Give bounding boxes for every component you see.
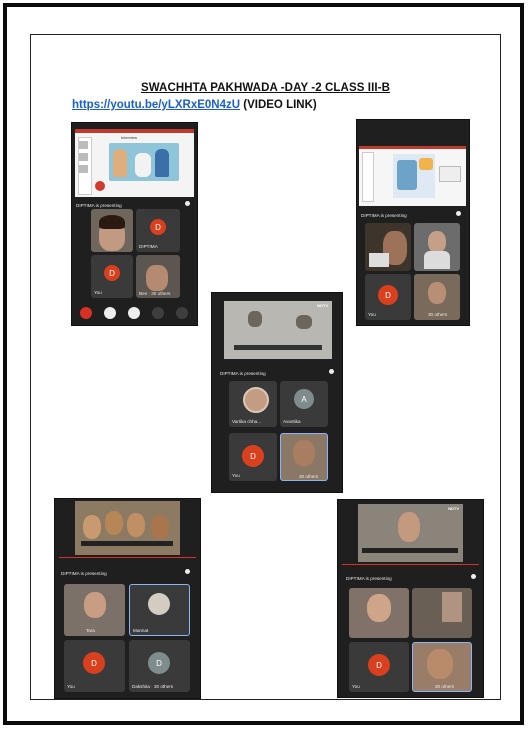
participant-name: You [67, 684, 75, 689]
shared-video: NDTV [224, 301, 332, 359]
presenting-options-icon[interactable] [456, 211, 461, 216]
video-logo: NDTV [317, 303, 328, 308]
video-logo: NDTV [448, 506, 459, 511]
video-link-line: https://youtu.be/yLXRxE0N4zU (VIDEO LINK… [72, 99, 317, 111]
presenting-options-icon[interactable] [185, 201, 190, 206]
video-link-suffix: (VIDEO LINK) [240, 99, 317, 111]
participant-tile[interactable]: Vartika chha... [229, 381, 277, 427]
participant-name: Vartika chha... [232, 419, 262, 424]
self-avatar: D [242, 445, 264, 467]
participant-name: Dakshita · 30 others [132, 684, 174, 689]
participant-avatar: D [148, 652, 170, 674]
participant-name: Avantika [283, 419, 301, 424]
participant-tile-self[interactable]: D You [229, 433, 277, 481]
camera-button[interactable] [104, 307, 116, 319]
meet-screenshot-5: NDTV DIPTIMA is presenting D You 30 othe… [337, 499, 484, 698]
participant-avatar: D [150, 219, 166, 235]
participant-tile-self[interactable]: D You [349, 642, 409, 692]
meet-screenshot-1: Interview DIPTIMA is presenting D DIPTIM… [71, 122, 198, 326]
shared-video: NDTV [358, 504, 463, 562]
presenting-banner: DIPTIMA is presenting [220, 371, 266, 376]
participant-tile[interactable]: Tara [64, 584, 125, 636]
participant-tile[interactable] [349, 588, 409, 638]
self-avatar: D [104, 265, 120, 281]
participant-tile[interactable] [91, 209, 133, 252]
raise-hand-button[interactable] [152, 307, 164, 319]
shared-slide [359, 146, 466, 206]
participant-name: Ben · 30 others [139, 291, 171, 296]
participant-tile[interactable] [412, 588, 472, 638]
meet-screenshot-3: NDTV DIPTIMA is presenting Vartika chha.… [211, 292, 343, 493]
participant-tile[interactable]: 30 others [280, 433, 328, 481]
presenting-banner: DIPTIMA is presenting [361, 213, 407, 218]
participant-tile-self[interactable]: D You [91, 255, 133, 298]
mic-button[interactable] [128, 307, 140, 319]
participant-tile[interactable] [414, 223, 460, 271]
participant-avatar: A [294, 389, 314, 409]
self-avatar: D [83, 652, 105, 674]
participant-name: You [368, 312, 376, 317]
participant-name: Mannat [133, 628, 149, 633]
participant-name: 30 others [299, 474, 319, 479]
video-link[interactable]: https://youtu.be/yLXRxE0N4zU [72, 99, 240, 111]
presenting-options-icon[interactable] [329, 369, 334, 374]
presenting-banner: DIPTIMA is presenting [346, 576, 392, 581]
shared-video [75, 501, 180, 555]
participant-tile[interactable] [365, 223, 411, 271]
participant-tile[interactable]: D Dakshita · 30 others [129, 640, 190, 692]
slide-title: Interview [121, 135, 138, 140]
participant-name: 30 others [435, 684, 455, 689]
participant-name: Tara [86, 628, 95, 633]
self-avatar: D [368, 654, 390, 676]
more-options-button[interactable] [176, 307, 188, 319]
meet-screenshot-2: DIPTIMA is presenting D You 30 others [356, 119, 470, 326]
participant-tile[interactable]: Ben · 30 others [136, 255, 180, 298]
participant-tile-self[interactable]: D You [365, 274, 411, 320]
document-heading: SWACHHTA PAKHWADA -DAY -2 CLASS III-B [140, 82, 391, 94]
meet-screenshot-4: DIPTIMA is presenting Tara Mannat D You … [54, 498, 201, 699]
shared-slide: Interview [75, 129, 194, 197]
participant-name: You [352, 684, 360, 689]
presenting-options-icon[interactable] [471, 574, 476, 579]
self-avatar: D [378, 285, 398, 305]
presenting-banner: DIPTIMA is presenting [61, 571, 107, 576]
presenting-banner: DIPTIMA is presenting [76, 203, 122, 208]
participant-tile[interactable]: Mannat [129, 584, 190, 636]
participant-tile-self[interactable]: D You [64, 640, 125, 692]
participant-tile[interactable]: D DIPTIMA [136, 209, 180, 252]
participant-name: DIPTIMA [139, 244, 158, 249]
participant-name: You [232, 473, 240, 478]
end-call-button[interactable] [80, 307, 92, 319]
participant-tile[interactable]: A Avantika [280, 381, 328, 427]
participant-tile[interactable]: 30 others [414, 274, 460, 320]
participant-name: 30 others [428, 312, 448, 317]
participant-name: You [94, 290, 102, 295]
presenting-options-icon[interactable] [185, 569, 190, 574]
participant-tile[interactable]: 30 others [412, 642, 472, 692]
